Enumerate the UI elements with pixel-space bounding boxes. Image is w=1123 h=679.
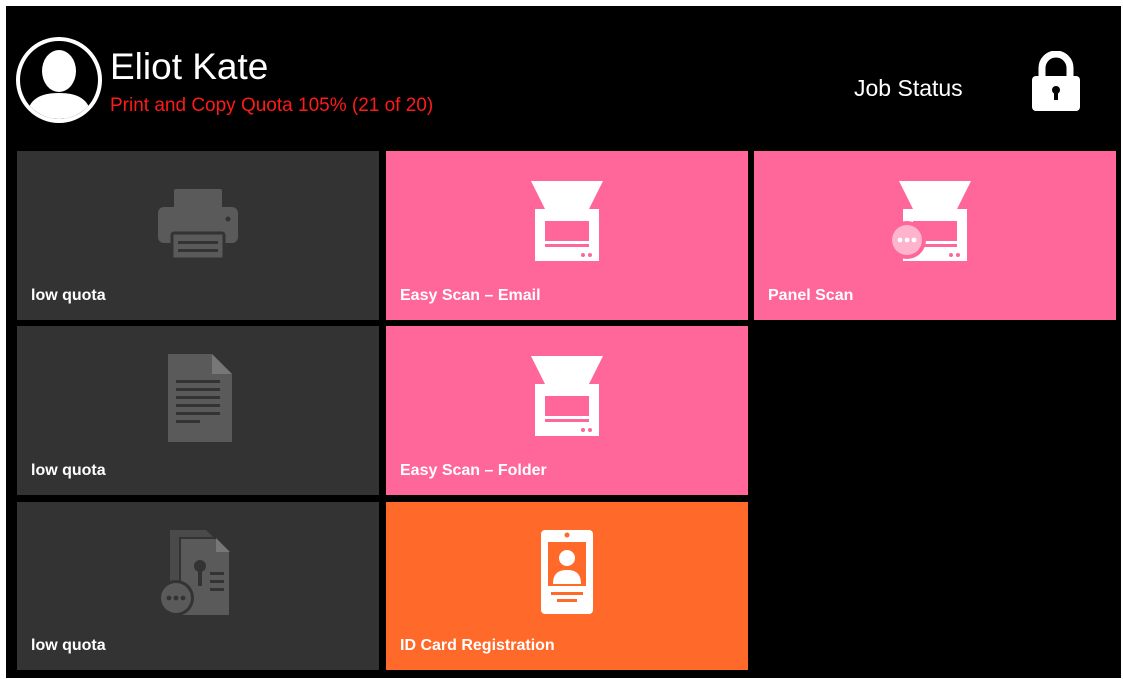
document-icon [168,354,232,442]
scanner-icon [531,181,603,261]
id-card-registration-tile[interactable]: ID Card Registration [386,502,748,670]
scanner-icon [531,356,603,436]
copy-tile[interactable]: low quota [17,326,379,495]
easy-scan-email-tile[interactable]: Easy Scan – Email [386,151,748,320]
user-name: Eliot Kate [110,46,269,87]
id-card-registration-label: ID Card Registration [400,637,555,654]
quota-status: Print and Copy Quota 105% (21 of 20) [110,95,434,116]
copy-options-label: low quota [31,637,106,654]
panel-scan-label: Panel Scan [768,287,854,304]
job-status-button[interactable]: Job Status [854,74,963,102]
easy-scan-folder-tile[interactable]: Easy Scan – Folder [386,326,748,495]
easy-scan-email-label: Easy Scan – Email [400,287,541,304]
copy-options-tile[interactable]: low quota [17,502,379,670]
lock-icon[interactable] [1030,51,1082,113]
id-card-icon [541,530,593,614]
printer-icon [158,189,238,261]
scanner-menu-icon [888,181,971,261]
copy-tile-label: low quota [31,462,106,479]
user-avatar-icon [16,37,102,123]
easy-scan-folder-label: Easy Scan – Folder [400,462,547,479]
header: Eliot Kate Print and Copy Quota 105% (21… [6,6,1121,146]
documents-options-icon [158,530,231,617]
terminal-screen: Eliot Kate Print and Copy Quota 105% (21… [6,6,1121,678]
print-tile[interactable]: low quota [17,151,379,320]
panel-scan-tile[interactable]: Panel Scan [754,151,1116,320]
print-tile-label: low quota [31,287,106,304]
